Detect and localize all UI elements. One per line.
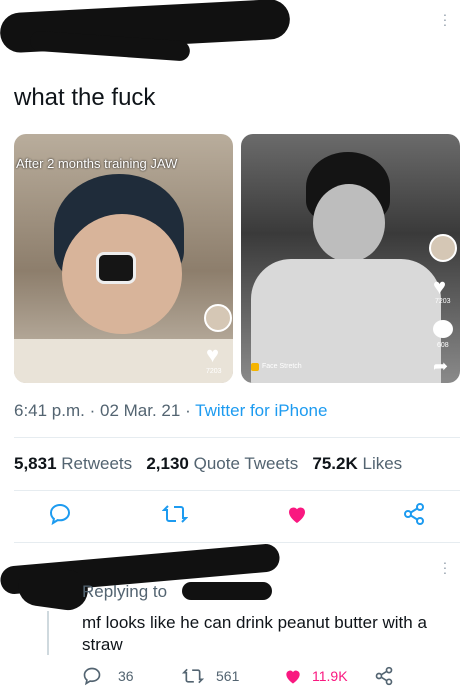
more-options-icon[interactable]: · · · (440, 555, 450, 579)
thread-line (47, 611, 49, 655)
mouth-image (96, 252, 136, 284)
retweets-stat[interactable]: 5,831 Retweets (14, 454, 132, 473)
divider (14, 437, 460, 438)
reply-count: 36 (118, 668, 134, 684)
retweet-count: 561 (216, 668, 240, 684)
face-image (313, 184, 385, 262)
tweet-time: 6:41 p.m. (14, 401, 85, 420)
meta-separator: · (89, 401, 96, 420)
quote-tweets-stat[interactable]: 2,130 Quote Tweets (146, 454, 298, 473)
tweet-text: what the fuck (14, 84, 156, 111)
sweater-image (14, 339, 233, 383)
avatar[interactable] (429, 234, 457, 262)
heart-icon[interactable]: ♥ (206, 342, 219, 368)
replying-to-label: Replying to (82, 582, 168, 601)
reply-text: mf looks like he can drink peanut butter… (82, 613, 427, 654)
like-icon[interactable] (284, 502, 310, 526)
tag-icon (251, 363, 259, 371)
comment-count: 608 (437, 342, 449, 349)
share-icon[interactable]: ➦ (433, 356, 448, 377)
avatar[interactable] (204, 304, 232, 332)
like-count: 7203 (206, 368, 222, 375)
reply-icon[interactable] (82, 666, 102, 686)
retweet-icon[interactable] (182, 666, 204, 686)
media-caption: After 2 months training JAW (16, 156, 178, 171)
tweet-date[interactable]: 02 Mar. 21 (100, 401, 180, 420)
divider (14, 542, 460, 543)
effect-tag: Face Stretch (262, 363, 302, 370)
redacted-mention (182, 582, 272, 600)
heart-icon[interactable]: ♥ (433, 274, 446, 300)
tweet-source-link[interactable]: Twitter for iPhone (195, 401, 327, 420)
tweet-media-right[interactable]: ♥ 7203 608 ➦ Face Stretch (241, 134, 460, 383)
divider (14, 490, 460, 491)
like-count: 11.9K (312, 668, 348, 684)
more-options-icon[interactable]: · · · (440, 7, 450, 31)
meta-separator: · (185, 401, 191, 420)
retweet-icon[interactable] (162, 502, 188, 526)
tweet-stats: 5,831 Retweets 2,130 Quote Tweets 75.2K … (14, 454, 402, 474)
tweet-meta: 6:41 p.m. · 02 Mar. 21 · Twitter for iPh… (14, 401, 327, 421)
tweet-media-left[interactable]: After 2 months training JAW ♥ 7203 (14, 134, 233, 383)
like-count: 7203 (435, 298, 451, 305)
reply-icon[interactable] (48, 502, 72, 526)
comment-icon[interactable] (433, 320, 453, 338)
share-icon[interactable] (402, 502, 426, 526)
like-icon[interactable] (282, 666, 304, 686)
likes-stat[interactable]: 75.2K Likes (312, 454, 402, 473)
share-icon[interactable] (374, 666, 394, 686)
